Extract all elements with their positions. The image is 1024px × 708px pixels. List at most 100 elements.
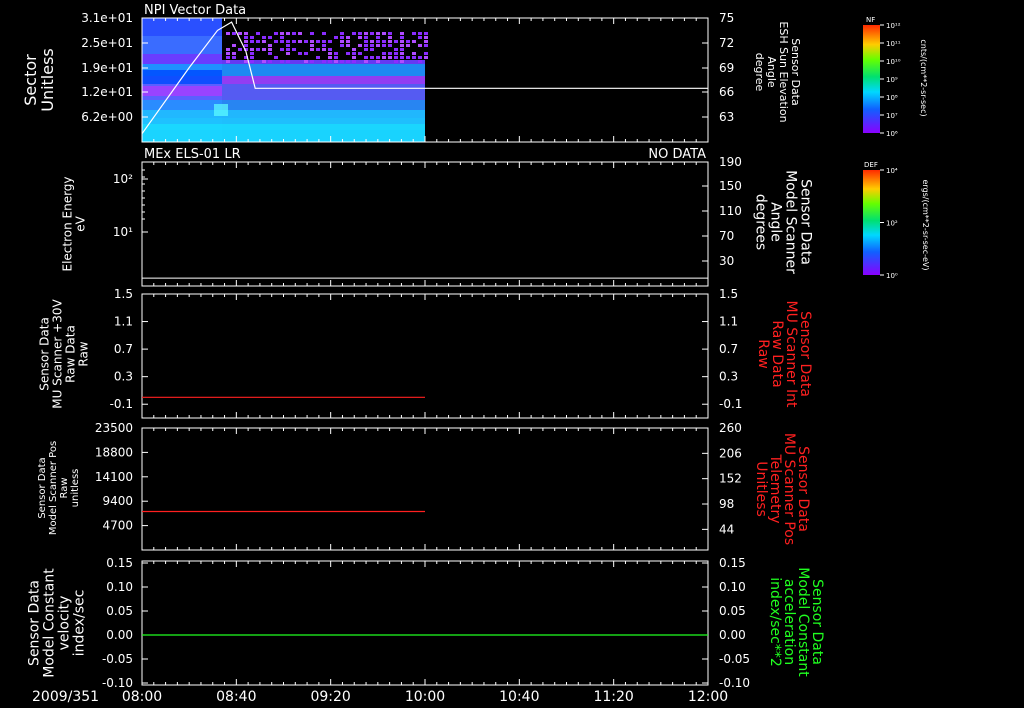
heatmap-cell	[274, 56, 278, 59]
heatmap-cell	[222, 104, 425, 106]
heatmap-cell	[222, 24, 425, 26]
heatmap-cell	[142, 42, 222, 44]
panel-1-right-tick-label: 63	[719, 110, 734, 124]
heatmap-cell	[222, 80, 425, 82]
heatmap-cell	[142, 110, 425, 124]
panel-5-right-tick-label: -0.05	[719, 652, 750, 666]
panel-5-left-tick-label: -0.05	[102, 652, 133, 666]
heatmap-cell	[222, 90, 425, 92]
heatmap-cell	[142, 52, 222, 54]
heatmap-cell	[222, 70, 425, 72]
panel-5-left-tick-label: 0.15	[106, 556, 133, 570]
heatmap-cell	[222, 20, 425, 22]
heatmap-cell	[424, 56, 428, 59]
heatmap-cell	[340, 40, 344, 43]
heatmap-cell	[222, 92, 425, 94]
panel-2-left-tick-label: 10¹	[113, 225, 133, 239]
heatmap-cell	[142, 50, 222, 52]
heatmap-cell	[222, 30, 425, 32]
colorbar-nf-tick-label: 10¹²	[886, 22, 901, 30]
panel-2-right-tick-label: 70	[719, 229, 734, 243]
heatmap-cell	[388, 40, 392, 43]
heatmap-cell	[226, 52, 230, 55]
heatmap-cell	[352, 48, 356, 51]
heatmap-cell	[262, 36, 266, 39]
heatmap-cell	[250, 40, 254, 43]
stack-plot: 3.1e+01 2.5e+01 1.9e+01 1.2e+01 6.2e+00 75 72 6…	[0, 0, 1024, 708]
heatmap-cell	[142, 100, 222, 102]
heatmap-cell	[424, 52, 428, 55]
heatmap-cell	[322, 44, 326, 47]
heatmap-cell	[142, 96, 222, 98]
heatmap-cell	[412, 32, 416, 35]
colorbar-def	[863, 170, 880, 275]
heatmap-cell	[142, 26, 222, 28]
heatmap-cell	[364, 56, 368, 59]
panel-4-right-tick-label: 260	[719, 421, 742, 435]
heatmap-cell	[268, 44, 272, 47]
panel-1-left-tick-label: 1.2e+01	[81, 85, 133, 99]
heatmap-cell	[310, 40, 314, 43]
panel-5-right-tick-label: 0.00	[719, 628, 746, 642]
colorbar-def-tick-label: 10⁴	[886, 167, 898, 175]
heatmap-cell	[262, 48, 266, 51]
heatmap-cell	[142, 48, 222, 50]
panel-4-left-tick-label: 14100	[95, 470, 133, 484]
heatmap-cell	[226, 48, 230, 51]
heatmap-cell	[280, 48, 284, 51]
heatmap-cell	[142, 30, 222, 32]
panel-3-left-tick-label: -0.1	[110, 397, 133, 411]
heatmap-cell	[328, 52, 332, 55]
heatmap-cell	[222, 66, 425, 68]
panel-1-left-tick-label: 6.2e+00	[81, 110, 133, 124]
heatmap-cell	[286, 32, 290, 35]
panel-3-right-tick-label: 0.7	[719, 342, 738, 356]
heatmap-cell	[292, 32, 296, 35]
heatmap-cell	[222, 94, 425, 96]
colorbar-nf-tick-label: 10⁸	[886, 94, 898, 102]
panel-5-right-axis-label: Sensor DataModel Constantaccelerationind…	[767, 567, 825, 677]
heatmap-cell	[376, 36, 380, 39]
panel-2-right-tick-label: 110	[719, 204, 742, 218]
heatmap-cell	[262, 40, 266, 43]
panel-2-left-tick-label: 10²	[113, 172, 133, 186]
colorbar-nf-label: NF	[866, 16, 875, 24]
heatmap-cell	[388, 44, 392, 47]
heatmap-cell	[394, 52, 398, 55]
heatmap-cell	[222, 84, 425, 86]
heatmap-cell	[382, 32, 386, 35]
heatmap-cell	[364, 48, 368, 51]
heatmap-cell	[142, 62, 222, 64]
heatmap-cell	[358, 36, 362, 39]
heatmap-cell	[214, 104, 228, 116]
heatmap-cell	[328, 40, 332, 43]
panel-1-left-tick-label: 1.9e+01	[81, 61, 133, 75]
heatmap-cell	[310, 60, 314, 63]
heatmap-cell	[222, 22, 425, 24]
heatmap-cell	[244, 36, 248, 39]
heatmap-cell	[394, 48, 398, 51]
heatmap-cell	[142, 56, 222, 58]
heatmap-cell	[226, 32, 230, 35]
heatmap-cell	[238, 48, 242, 51]
heatmap-cell	[244, 40, 248, 43]
heatmap-cell	[142, 46, 222, 48]
panel-2-right-tick-label: 30	[719, 254, 734, 268]
heatmap-cell	[406, 44, 410, 47]
heatmap-cell	[400, 52, 404, 55]
heatmap-cell	[310, 48, 314, 51]
panel-2-title: MEx ELS-01 LR	[144, 147, 241, 162]
heatmap-cell	[382, 40, 386, 43]
time-tick-label: 09:20	[310, 689, 350, 705]
panel-1-right-tick-label: 66	[719, 85, 734, 99]
heatmap-cell	[298, 32, 302, 35]
heatmap-cell	[274, 32, 278, 35]
heatmap-cell	[346, 36, 350, 39]
heatmap-cell	[222, 68, 425, 70]
heatmap-cell	[304, 60, 308, 63]
panel-5-left-tick-label: 0.05	[106, 604, 133, 618]
heatmap-cell	[322, 60, 326, 63]
heatmap-cell	[340, 36, 344, 39]
heatmap-cell	[418, 32, 422, 35]
heatmap-cell	[400, 56, 404, 59]
